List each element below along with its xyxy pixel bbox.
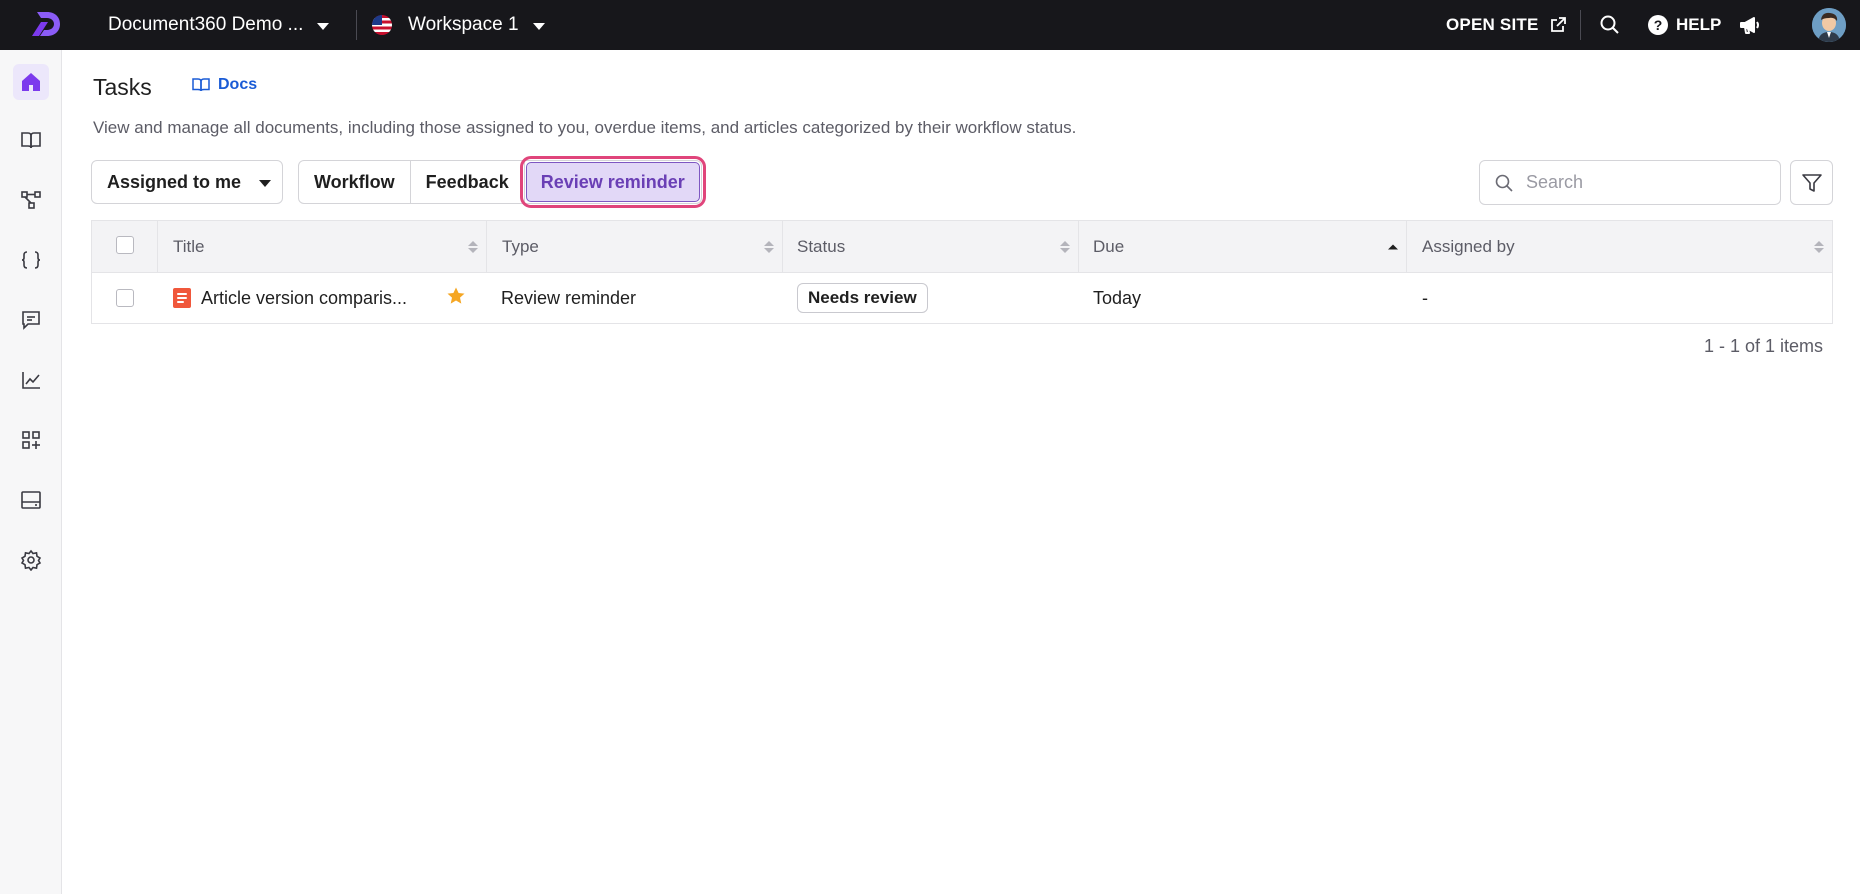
chevron-down-icon <box>532 22 545 30</box>
row-select-cell <box>92 273 158 323</box>
widget-panel-icon <box>21 491 41 509</box>
article-document-icon <box>173 288 191 308</box>
sidebar <box>0 50 62 894</box>
settings-gear-icon <box>20 549 42 571</box>
table-header: Title Type Status Due Assigned by <box>92 221 1832 273</box>
assigned-filter-value: Assigned to me <box>107 171 242 192</box>
code-braces-icon <box>21 251 41 269</box>
column-header-label: Title <box>173 236 205 256</box>
user-avatar[interactable] <box>1812 8 1846 42</box>
analytics-icon <box>22 372 40 389</box>
column-header-label: Due <box>1093 236 1125 256</box>
book-icon <box>21 132 41 149</box>
docs-link[interactable]: Docs <box>192 76 257 94</box>
column-header-type[interactable]: Type <box>487 221 783 272</box>
chevron-down-icon <box>317 22 330 30</box>
star-icon[interactable] <box>446 286 466 306</box>
help-label: HELP <box>1676 15 1722 34</box>
task-type-tabs: Workflow Feedback Review reminder <box>298 156 706 208</box>
sidebar-item-settings[interactable] <box>13 542 49 578</box>
workspace-name: Workspace 1 <box>408 14 519 35</box>
external-link-icon <box>1550 17 1566 32</box>
column-header-due[interactable]: Due <box>1079 221 1407 272</box>
document360-logo-icon[interactable] <box>28 6 64 42</box>
sort-icon <box>468 240 478 253</box>
chevron-down-icon <box>259 179 272 187</box>
project-selector[interactable]: Document360 Demo ... <box>108 0 330 50</box>
search-input[interactable] <box>1526 172 1766 193</box>
status-cell: Needs review <box>783 273 1079 323</box>
tab-review-reminder[interactable]: Review reminder <box>519 156 706 208</box>
sort-icon <box>764 240 774 253</box>
sort-icon <box>1060 240 1070 253</box>
divider <box>1580 10 1581 40</box>
select-all-checkbox[interactable] <box>115 235 134 254</box>
open-site-label: OPEN SITE <box>1446 15 1539 34</box>
search-icon <box>1495 174 1513 192</box>
sidebar-item-documentation[interactable] <box>13 122 49 158</box>
apps-add-icon <box>22 431 40 449</box>
help-button[interactable]: ? HELP <box>1648 0 1721 50</box>
table-row[interactable]: Article version comparis... Review remin… <box>92 273 1832 323</box>
assigned-by-cell: - <box>1422 287 1428 308</box>
sort-ascending-icon <box>1388 244 1398 249</box>
filter-funnel-icon <box>1801 173 1822 192</box>
column-header-label: Assigned by <box>1422 236 1515 256</box>
feedback-chat-icon <box>22 311 40 330</box>
api-diagram-icon <box>21 191 41 209</box>
status-badge: Needs review <box>797 283 928 313</box>
workspace-selector[interactable]: Workspace 1 <box>372 0 545 50</box>
tab-feedback[interactable]: Feedback <box>411 161 525 203</box>
us-flag-icon <box>372 15 392 35</box>
article-title-link[interactable]: Article version comparis... <box>201 288 407 309</box>
help-question-icon: ? <box>1648 15 1668 35</box>
sidebar-item-code[interactable] <box>13 242 49 278</box>
sidebar-item-feedback[interactable] <box>13 302 49 338</box>
column-header-assigned-by[interactable]: Assigned by <box>1407 221 1832 272</box>
column-header-label: Status <box>797 236 846 256</box>
page-title: Tasks <box>93 74 152 100</box>
home-icon <box>22 73 40 91</box>
tasks-table: Title Type Status Due Assigned by Articl… <box>91 220 1833 324</box>
page-description: View and manage all documents, including… <box>93 118 1077 137</box>
search-icon[interactable] <box>1598 13 1622 37</box>
sidebar-item-analytics[interactable] <box>13 362 49 398</box>
sidebar-item-home[interactable] <box>13 64 49 100</box>
sort-icon <box>1814 240 1824 253</box>
column-header-title[interactable]: Title <box>158 221 487 272</box>
top-navigation-bar: Document360 Demo ... Workspace 1 OPEN SI… <box>0 0 1860 50</box>
search-box <box>1479 160 1781 205</box>
filter-button[interactable] <box>1790 160 1833 205</box>
docs-link-label: Docs <box>218 76 258 93</box>
project-name: Document360 Demo ... <box>108 14 304 35</box>
type-cell: Review reminder <box>501 287 637 308</box>
tab-workflow[interactable]: Workflow <box>299 161 411 203</box>
sidebar-item-widgets[interactable] <box>13 482 49 518</box>
column-header-status[interactable]: Status <box>783 221 1079 272</box>
due-cell: Today <box>1093 287 1142 308</box>
sidebar-item-api-docs[interactable] <box>13 182 49 218</box>
assigned-filter-dropdown[interactable]: Assigned to me <box>91 160 283 204</box>
user-avatar-image-icon <box>1812 8 1846 42</box>
book-icon <box>192 78 210 92</box>
pagination-summary: 1 - 1 of 1 items <box>1703 336 1823 356</box>
open-site-button[interactable]: OPEN SITE <box>1446 0 1567 50</box>
sidebar-item-apps[interactable] <box>13 422 49 458</box>
column-header-label: Type <box>502 236 539 256</box>
title-cell: Article version comparis... <box>158 273 487 323</box>
select-all-cell <box>92 221 158 272</box>
row-checkbox[interactable] <box>116 289 134 307</box>
divider <box>356 10 357 40</box>
megaphone-icon[interactable] <box>1738 13 1762 37</box>
